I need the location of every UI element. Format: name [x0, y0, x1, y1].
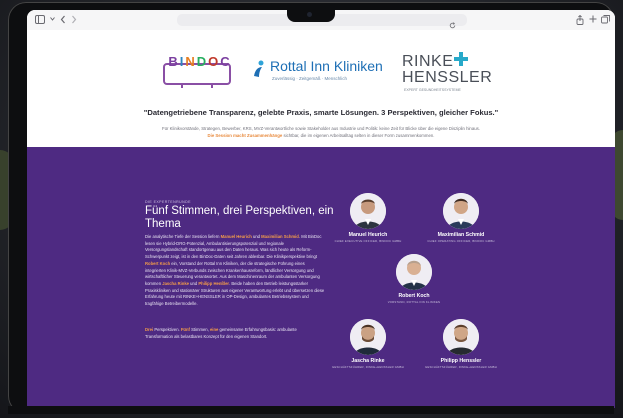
name-highlight: Jascha Rinke	[162, 280, 190, 286]
rottal-name: Rottal Inn Kliniken	[270, 58, 383, 74]
hero-quote: "Datengetriebene Transparenz, gelebte Pr…	[143, 108, 499, 117]
rinke-line1: RINKE	[402, 53, 454, 70]
name-highlight: Robert Koch	[145, 260, 171, 266]
share-icon[interactable]	[576, 14, 584, 25]
rottal-tagline: Zuverlässig · Zeitgemäß · Menschlich	[272, 76, 348, 81]
speaker-photo	[443, 319, 479, 355]
speaker-name: Manuel Heurich	[348, 232, 388, 238]
laptop-screen: BINDOC Rottal Inn Kliniken Zuverlässig ·…	[27, 10, 615, 408]
bindoc-logo[interactable]: BINDOC	[163, 54, 236, 88]
body-text: und	[189, 280, 199, 286]
name-highlight: Philipp Henßler	[198, 280, 230, 286]
speaker-card: Robert Koch VORSTAND, ROTTAL INN KLINIKE…	[374, 254, 454, 304]
word-highlight: Drei	[145, 327, 154, 332]
tabs-overview-icon[interactable]	[601, 15, 610, 25]
new-tab-icon[interactable]	[589, 15, 597, 25]
hero-section: BINDOC Rottal Inn Kliniken Zuverlässig ·…	[27, 30, 615, 147]
speaker-photo	[350, 319, 386, 355]
hero-intro: Für Klinikvorstände, Strategen, Bewerber…	[137, 125, 505, 139]
speakers-section: DIE EXPERTENRUNDE Fünf Stimmen, drei Per…	[27, 147, 615, 408]
word-highlight: Fünf	[180, 327, 190, 332]
bindoc-wordmark: BINDOC	[168, 54, 232, 69]
speaker-role: GESCHÄFTSFÜHRER, RINKE+HENSSLER GMBH	[425, 365, 497, 369]
chevron-down-icon[interactable]	[50, 15, 55, 25]
laptop-frame: BINDOC Rottal Inn Kliniken Zuverlässig ·…	[8, 2, 615, 414]
intro-text-end: sichtbar, die im eigenen Arbeitsalltag s…	[282, 133, 435, 138]
rottal-mark-icon	[254, 60, 264, 77]
rinke-line2: HENSSLER	[402, 69, 493, 86]
rinke-tagline: EXPERT GESUNDHEITSSYSTEME	[404, 88, 461, 92]
intro-text: Für Klinikvorstände, Strategen, Bewerber…	[162, 126, 480, 131]
speaker-photo	[443, 193, 479, 229]
rinke-henssler-logo[interactable]: RINKE HENSSLER EXPERT GESUNDHEITSSYSTEME	[402, 52, 502, 94]
camera-notch	[287, 8, 335, 22]
intro-highlight: Die Session macht Zusammenhänge	[207, 133, 283, 138]
section-eyebrow: DIE EXPERTENRUNDE	[145, 200, 191, 204]
body-text: Die analytische Tiefe der Session liefer…	[145, 234, 221, 239]
speaker-role: VORSTAND, ROTTAL INN KLINIKEN	[387, 300, 441, 304]
speaker-role: CHIEF EXECUTIVE OFFICER, BINDOC GMBH	[334, 239, 402, 243]
body-text: Stimmen,	[189, 327, 210, 332]
speaker-card: Jascha Rinke GESCHÄFTSFÜHRER, RINKE+HENS…	[328, 319, 408, 369]
forward-icon[interactable]	[71, 15, 77, 25]
name-highlight: Maximilian Schmid	[261, 234, 299, 239]
speaker-photo	[396, 254, 432, 290]
speaker-card: Maximilian Schmid CHIEF OPERATING OFFICE…	[421, 193, 501, 243]
section-title: Fünf Stimmen, drei Perspektiven, ein The…	[145, 205, 334, 230]
speaker-name: Philipp Henssler	[440, 358, 482, 364]
camera-lens	[307, 12, 312, 17]
section-body-2: Drei Perspektiven. Fünf Stimmen, eine ge…	[145, 327, 325, 340]
speaker-role: GESCHÄFTSFÜHRER, RINKE+HENSSLER GMBH	[332, 365, 404, 369]
speaker-role: CHIEF OPERATING OFFICER, BINDOC GMBH	[427, 239, 495, 243]
plus-cross-icon	[454, 52, 468, 66]
rottal-inn-logo[interactable]: Rottal Inn Kliniken Zuverlässig · Zeitge…	[252, 58, 392, 88]
speaker-photo	[350, 193, 386, 229]
name-highlight: Manuel Heurich	[220, 234, 252, 239]
speaker-card: Manuel Heurich CHIEF EXECUTIVE OFFICER, …	[328, 193, 408, 243]
speaker-card: Philipp Henssler GESCHÄFTSFÜHRER, RINKE+…	[421, 319, 501, 369]
speaker-name: Jascha Rinke	[351, 358, 385, 364]
section-body-1: Die analytische Tiefe der Session liefer…	[145, 234, 325, 308]
laptop-bottom-bezel	[8, 406, 614, 414]
body-text: und	[251, 234, 262, 239]
sidebar-icon[interactable]	[35, 15, 45, 25]
body-text: Perspektiven.	[153, 327, 181, 332]
back-icon[interactable]	[60, 15, 66, 25]
speaker-name: Maximilian Schmid	[437, 232, 485, 238]
speaker-name: Robert Koch	[398, 293, 430, 299]
